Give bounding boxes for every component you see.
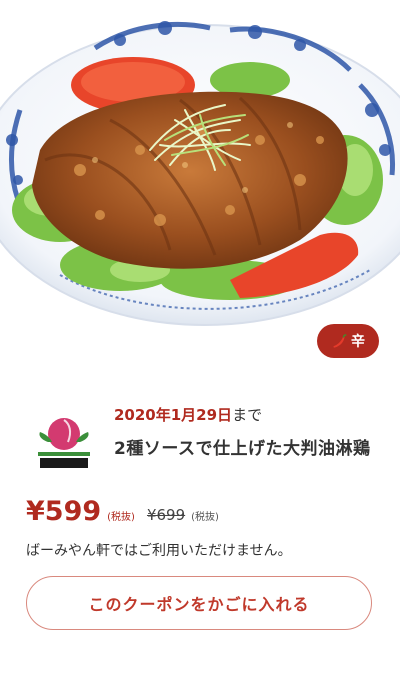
chili-pepper-icon [331, 333, 347, 349]
bamiyan-logo [34, 412, 94, 472]
hero-image [0, 0, 400, 342]
coupon-title: 2種ソースで仕上げた大判油淋鶏 [114, 439, 371, 459]
price-tax-note: (税抜) [107, 512, 135, 523]
original-tax-note: (税抜) [191, 512, 219, 523]
coupon-price: ¥599 [26, 496, 102, 527]
original-price: ¥699 [146, 506, 186, 524]
price-row: ¥599 (税抜) ¥699 (税抜) [26, 496, 219, 527]
expiry-suffix: まで [232, 406, 263, 424]
spicy-label: 辛 [351, 334, 365, 350]
add-to-cart-button[interactable]: このクーポンをかごに入れる [26, 576, 372, 630]
expiry-text: 2020年1月29日まで [114, 404, 262, 425]
expiry-date: 2020年1月29日 [114, 406, 233, 424]
usage-notice: ばーみやん軒ではご利用いただけません。 [26, 543, 292, 559]
dish-illustration [0, 0, 400, 342]
spicy-badge: 辛 [317, 324, 379, 358]
close-icon[interactable] [14, 18, 44, 48]
